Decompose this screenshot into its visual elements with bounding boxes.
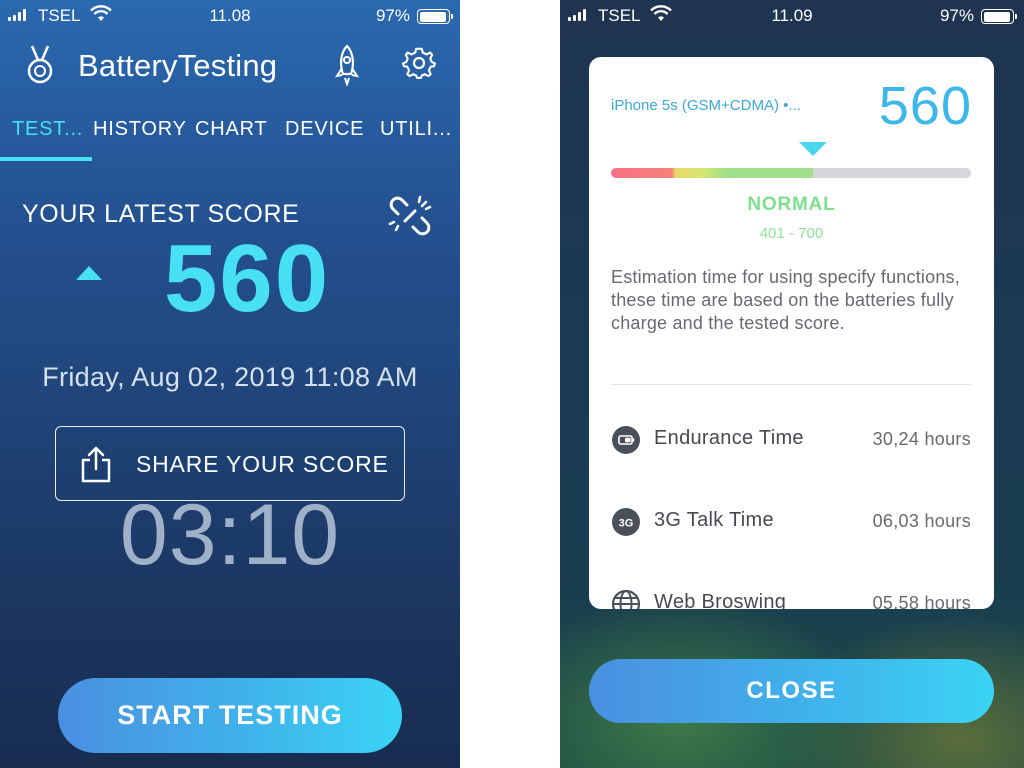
battery-percent: 97% bbox=[375, 6, 410, 25]
share-icon bbox=[81, 446, 111, 483]
battery-icon bbox=[417, 9, 453, 24]
battery-percent: 97% bbox=[939, 6, 974, 25]
row-value: 30,24 hours bbox=[872, 429, 971, 449]
score-up-arrow-icon bbox=[76, 266, 102, 280]
battery-icon bbox=[981, 9, 1017, 24]
start-testing-button[interactable]: START TESTING bbox=[58, 678, 402, 753]
status-bar: TSEL 11.08 97% bbox=[0, 0, 460, 32]
close-label: CLOSE bbox=[746, 677, 837, 704]
globe-icon bbox=[611, 589, 641, 609]
row-value: 06,03 hours bbox=[872, 511, 971, 531]
battery-icon bbox=[612, 426, 640, 454]
score-marker-icon bbox=[798, 142, 827, 156]
divider bbox=[611, 384, 971, 385]
score-range: 401 - 700 bbox=[759, 225, 824, 242]
tab-chart[interactable]: CHART bbox=[195, 118, 268, 141]
tab-device[interactable]: DEVICE bbox=[285, 118, 364, 141]
estimation-description: Estimation time for using specify functi… bbox=[611, 267, 960, 333]
start-testing-label: START TESTING bbox=[117, 700, 343, 730]
status-bar: TSEL 11.09 97% bbox=[560, 0, 1024, 32]
medal-icon[interactable] bbox=[26, 44, 54, 86]
test-date: Friday, Aug 02, 2019 11:08 AM bbox=[42, 362, 418, 392]
main-screen: TSEL 11.08 97% BatteryTesting TEST... HI… bbox=[0, 0, 460, 768]
row-name: Web Broswing bbox=[654, 591, 787, 609]
share-score-label: SHARE YOUR SCORE bbox=[136, 451, 389, 477]
score-level: NORMAL bbox=[747, 194, 836, 215]
rocket-icon[interactable] bbox=[334, 44, 360, 86]
score-bar bbox=[611, 168, 971, 178]
tab-history[interactable]: HISTORY bbox=[93, 118, 187, 141]
row-name: 3G Talk Time bbox=[654, 509, 774, 531]
app-title: BatteryTesting bbox=[78, 48, 278, 83]
share-score-button[interactable]: SHARE YOUR SCORE bbox=[55, 426, 405, 501]
score-bar-fill bbox=[611, 168, 813, 178]
3g-icon: 3G bbox=[612, 508, 640, 536]
row-value: 05,58 hours bbox=[872, 593, 971, 609]
card-score-value: 560 bbox=[878, 76, 972, 136]
broken-link-icon[interactable] bbox=[388, 194, 432, 238]
gear-icon[interactable] bbox=[402, 46, 436, 80]
active-tab-indicator bbox=[0, 157, 92, 161]
list-item-endurance: Endurance Time 30,24 hours bbox=[611, 425, 971, 455]
score-detail-card: iPhone 5s (GSM+CDMA) •... 560 NORMAL 401… bbox=[589, 57, 994, 609]
latest-score-value: 560 bbox=[164, 225, 331, 332]
tab-test[interactable]: TEST... bbox=[12, 118, 83, 141]
score-detail-screen: TSEL 11.09 97% iPhone 5s (GSM+CDMA) •...… bbox=[560, 0, 1024, 768]
app-header: BatteryTesting bbox=[0, 42, 460, 92]
svg-text:3G: 3G bbox=[619, 518, 634, 530]
tab-utilities[interactable]: UTILI... bbox=[380, 118, 452, 141]
tab-bar: TEST... HISTORY CHART DEVICE UTILI... bbox=[0, 116, 460, 164]
list-item-3g-talk: 3G 3G Talk Time 06,03 hours bbox=[611, 507, 971, 537]
list-item-web-browsing: Web Broswing 05,58 hours bbox=[611, 589, 971, 609]
device-name: iPhone 5s (GSM+CDMA) •... bbox=[611, 97, 801, 114]
close-button[interactable]: CLOSE bbox=[589, 659, 994, 723]
row-name: Endurance Time bbox=[654, 427, 804, 449]
